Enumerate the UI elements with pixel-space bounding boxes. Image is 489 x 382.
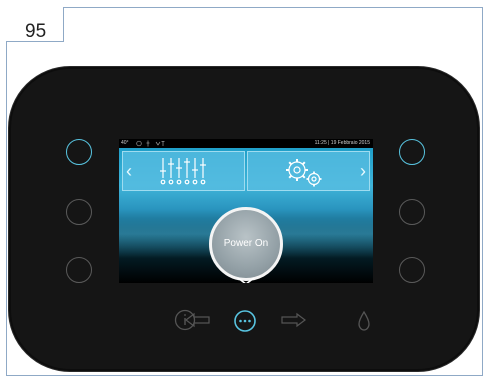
chevron-down-icon[interactable]: [237, 276, 255, 283]
figure-label: 95: [25, 21, 47, 42]
status-icons: [136, 140, 165, 147]
left-middle-button[interactable]: [66, 199, 92, 225]
temperature-readout: 40°: [121, 140, 129, 146]
right-middle-button[interactable]: [399, 199, 425, 225]
status-bar: 40° 11:25 | 19 Febbraio 2015: [119, 139, 373, 148]
gears-icon: [286, 159, 322, 187]
power-on-button[interactable]: Power On: [209, 207, 283, 281]
figure-label-box: 95: [6, 7, 64, 42]
date-time: 11:25 | 19 Febbraio 2015: [314, 140, 370, 146]
left-bottom-button[interactable]: [66, 257, 92, 283]
settings-tile-left[interactable]: ‹: [122, 151, 245, 191]
arrow-left-icon[interactable]: [184, 312, 212, 328]
more-icon[interactable]: [233, 309, 257, 333]
right-top-button[interactable]: [399, 139, 425, 165]
right-bottom-button[interactable]: [399, 257, 425, 283]
settings-tile-right[interactable]: ›: [247, 151, 370, 191]
chevron-left-icon[interactable]: ‹: [126, 162, 132, 180]
display-screen: 40° 11:25 | 19 Febbraio 2015 ‹ › Power O…: [119, 139, 373, 283]
left-top-button[interactable]: [66, 139, 92, 165]
drop-icon[interactable]: [357, 310, 371, 332]
sliders-icon: [160, 158, 206, 185]
arrow-right-icon[interactable]: [279, 312, 307, 328]
chevron-right-icon[interactable]: ›: [360, 162, 366, 180]
water-scene: ‹ › Power On: [119, 148, 373, 283]
